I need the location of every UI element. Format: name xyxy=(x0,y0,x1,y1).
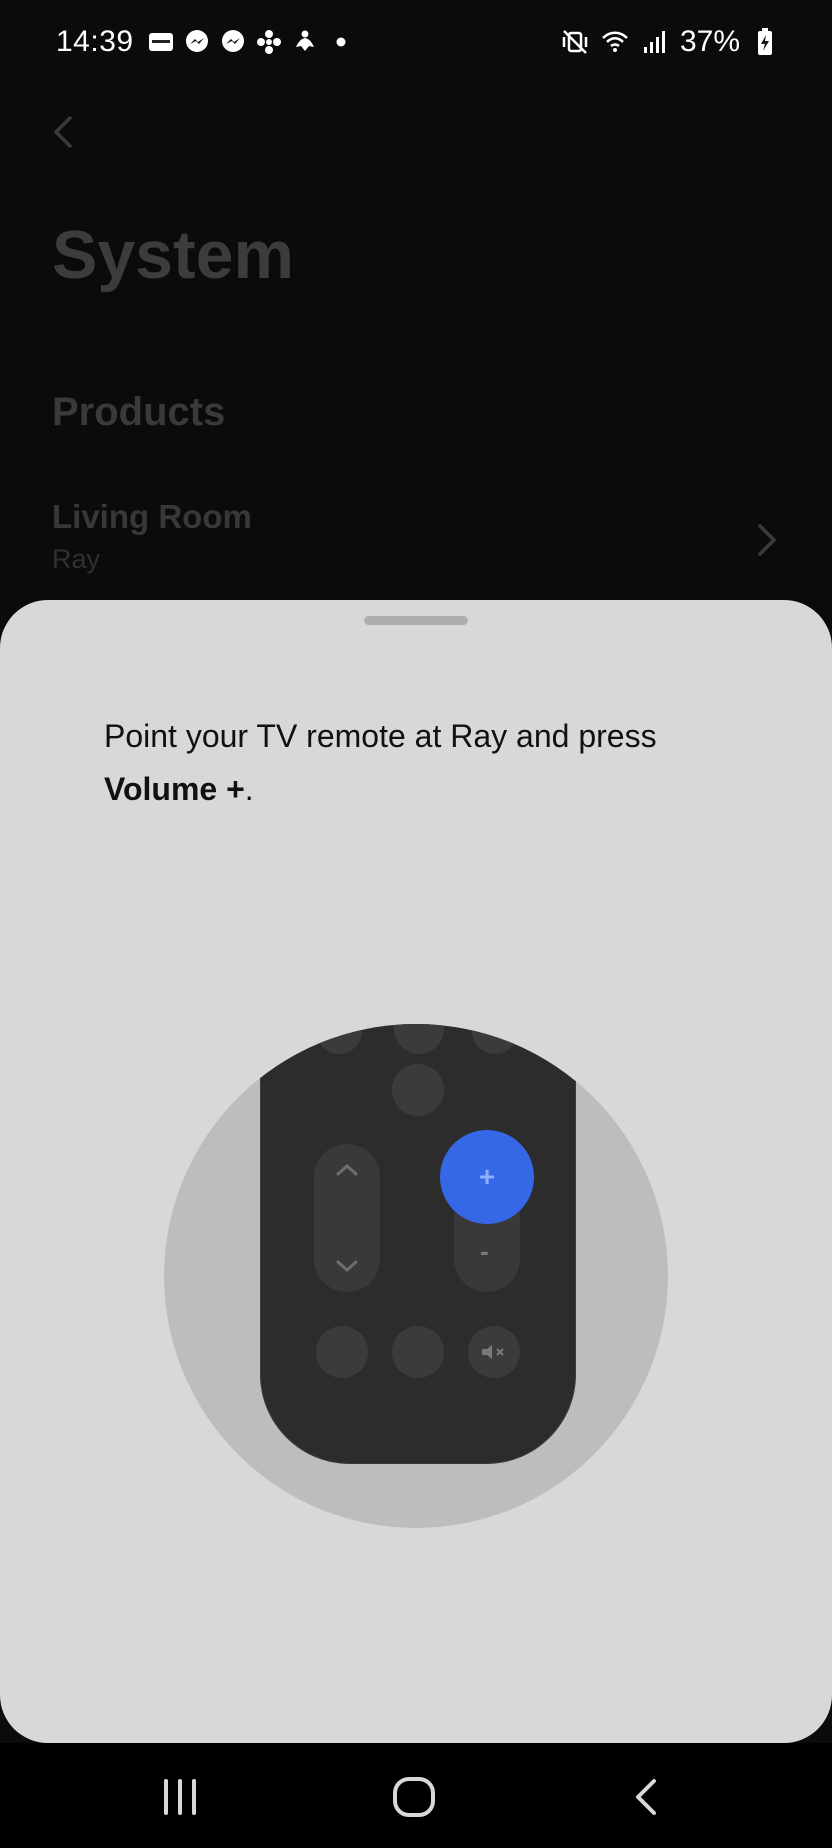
volume-up-label: + xyxy=(478,1161,496,1192)
product-room-name: Living Room xyxy=(52,498,252,535)
messenger-icon xyxy=(184,29,210,55)
home-icon xyxy=(393,1777,435,1817)
notification-icons xyxy=(148,29,354,55)
home-button[interactable] xyxy=(384,1771,444,1823)
chevron-up-icon xyxy=(336,1163,358,1176)
navigation-bar xyxy=(0,1743,832,1848)
page-title: System xyxy=(52,217,294,293)
product-row[interactable]: Living Room Ray xyxy=(52,498,780,588)
volume-up-button-highlight: + xyxy=(440,1130,534,1224)
status-bar: 14:39 37% xyxy=(0,0,832,84)
volume-down-label: - xyxy=(480,1236,489,1266)
section-title: Products xyxy=(52,390,226,434)
remote-button xyxy=(316,1024,362,1054)
remote-button xyxy=(392,1326,444,1378)
remote-illustration: - + xyxy=(164,1024,668,1528)
status-time: 14:39 xyxy=(56,25,134,58)
chevron-down-icon xyxy=(336,1260,358,1273)
product-model: Ray xyxy=(52,544,101,574)
screen: 14:39 37% System Products Living Room Ra… xyxy=(0,0,832,1848)
mute-vibrate-icon xyxy=(560,27,590,57)
recent-apps-button[interactable] xyxy=(150,1771,210,1823)
instruction-text: Point your TV remote at Ray and press Vol… xyxy=(104,710,744,816)
fan-icon xyxy=(256,29,282,55)
sheet-drag-handle[interactable] xyxy=(364,616,468,625)
instruction-end: . xyxy=(244,771,254,807)
back-nav-button[interactable] xyxy=(616,1771,676,1823)
system-page: System Products Living Room Ray xyxy=(0,84,832,604)
remote-button xyxy=(392,1064,444,1116)
signal-icon xyxy=(640,27,670,57)
remote-button xyxy=(394,1024,444,1054)
back-button[interactable] xyxy=(44,110,80,154)
battery-charging-icon xyxy=(750,27,780,57)
wifi-icon xyxy=(600,27,630,57)
back-icon xyxy=(636,1779,656,1815)
chevron-right-icon xyxy=(752,520,780,560)
remote-button xyxy=(472,1024,518,1054)
meditation-icon xyxy=(292,29,318,55)
sonos-icon xyxy=(148,29,174,55)
instruction-key: Volume + xyxy=(104,771,245,807)
instruction-main: Point your TV remote at Ray and press xyxy=(104,718,657,754)
battery-percent: 37% xyxy=(679,25,740,58)
messenger-icon xyxy=(220,29,246,55)
chevron-left-icon xyxy=(54,116,72,148)
recent-apps-icon xyxy=(164,1779,196,1815)
mute-button xyxy=(468,1326,520,1378)
remote-button xyxy=(316,1326,368,1378)
channel-rocker xyxy=(314,1144,380,1292)
tv-remote: - + xyxy=(260,1024,576,1464)
status-right: 37% xyxy=(560,0,780,84)
mute-icon xyxy=(482,1345,504,1359)
bottom-sheet: Point your TV remote at Ray and press Vol… xyxy=(0,600,832,1743)
dot-icon xyxy=(328,29,354,55)
